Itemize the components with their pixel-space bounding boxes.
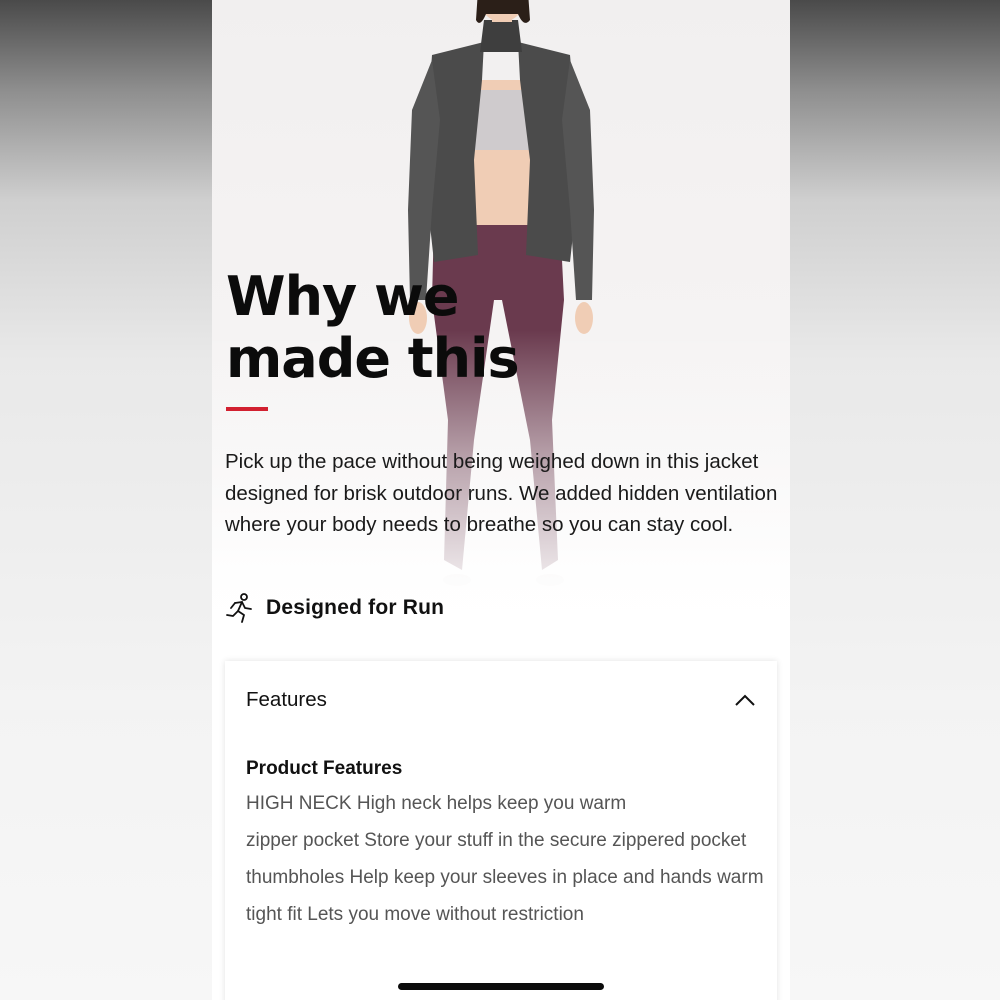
blurred-backdrop-right [790,0,1000,1000]
activity-tag: Designed for Run [226,591,444,625]
features-subtitle: Product Features [246,758,403,779]
feature-item: tight fit Lets you move without restrict… [246,904,584,925]
blurred-backdrop-left [0,0,212,1000]
chevron-up-icon[interactable] [733,688,757,712]
section-description: Pick up the pace without being weighed d… [225,450,778,536]
features-card: Features Product Features HIGH NECK High… [225,661,777,1000]
features-title: Features [246,688,327,711]
running-person-icon [226,593,252,623]
feature-item: zipper pocket Store your stuff in the se… [246,830,747,851]
activity-label: Designed for Run [266,596,445,619]
section-title: Why we made this [226,265,520,390]
feature-item: thumbholes Help keep your sleeves in pla… [246,867,764,888]
features-accordion-header[interactable]: Features [225,661,777,739]
feature-item: HIGH NECK High neck helps keep you warm [246,793,627,814]
product-details-screen[interactable]: Why we made this Pick up the pace withou… [212,0,790,1000]
accent-divider [226,407,268,411]
home-indicator[interactable] [398,983,604,990]
features-list: HIGH NECK High neck helps keep you warm … [246,791,771,939]
